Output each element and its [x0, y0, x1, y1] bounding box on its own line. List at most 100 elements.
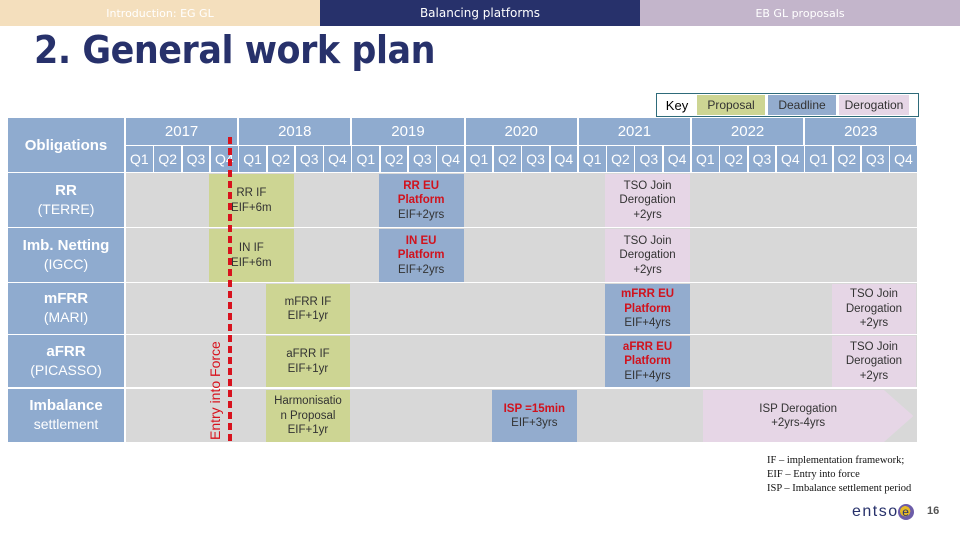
deadline-box: ISP =15min EIF+3yrs [491, 390, 577, 442]
milestone-title: ISP =15min [503, 402, 566, 415]
milestone-text: EIF+2yrs [397, 263, 445, 276]
quarter-header: Q2 [493, 146, 521, 172]
row-label-main: Imb. Netting [22, 236, 110, 254]
footnote-line: IF – implementation framework; [767, 455, 905, 466]
milestone-text: EIF+3yrs [511, 417, 558, 429]
quarter-header: Q2 [720, 146, 748, 172]
milestone-text: TSO Join [623, 234, 672, 247]
quarter-header: Q1 [126, 146, 153, 172]
quarter-header: Q3 [522, 146, 549, 172]
quarter-header: Q2 [833, 146, 861, 172]
deadline-box: RR EU Platform EIF+2yrs [378, 174, 464, 227]
milestone-text: RR IF [236, 187, 267, 200]
quarter-header: Q4 [210, 146, 238, 172]
deadline-box: aFRR EU Platform EIF+4yrs [605, 336, 690, 387]
quarter-header: Q1 [578, 146, 606, 172]
obligations-header: Obligations [8, 118, 124, 172]
quarter-header: Q3 [635, 146, 663, 172]
milestone-text: Derogation [845, 355, 903, 368]
row-label-main: Imbalance [29, 397, 103, 415]
page-number: 16 [927, 505, 940, 517]
year-header: 2020 [465, 118, 577, 145]
milestone-text: TSO Join [623, 179, 672, 192]
derogation-box: TSO Join Derogation +2yrs [605, 174, 690, 227]
quarter-header: Q2 [267, 146, 295, 172]
row-timeline [126, 335, 918, 387]
footnote: IF – implementation framework; EIF – Ent… [767, 454, 911, 496]
milestone-text: Harmonisatio [274, 395, 342, 408]
year-header: 2019 [352, 118, 464, 145]
entry-into-force-marker [228, 137, 232, 442]
quarter-header: Q3 [295, 146, 323, 172]
year-header: 2022 [692, 118, 804, 145]
derogation-box: TSO Join Derogation +2yrs [605, 229, 690, 282]
milestone-text: +2yrs [633, 263, 662, 276]
year-header: 2017 [126, 118, 238, 145]
row-label-imb-netting: Imb. Netting (IGCC) [8, 228, 124, 282]
milestone-title: aFRR EU Platform [622, 340, 673, 368]
legend-deadline: Deadline [768, 95, 836, 115]
milestone-text: ISP Derogation [759, 402, 838, 415]
milestone-text: EIF+2yrs [397, 208, 445, 221]
row-label-sub: settlement [33, 416, 99, 433]
logo-e-icon: e [897, 504, 914, 520]
quarter-header: Q1 [352, 146, 380, 172]
milestone-text: TSO Join [849, 288, 898, 301]
top-nav: Introduction: EG GL Balancing platforms … [0, 0, 960, 26]
milestone-text: +2yrs [633, 208, 662, 221]
year-header: 2021 [578, 118, 690, 145]
proposal-box: mFRR IF EIF+1yr [265, 284, 351, 334]
entsoe-logo: entso e [852, 503, 914, 521]
row-label-main: mFRR [43, 290, 89, 308]
quarter-header: Q1 [805, 146, 832, 172]
legend-key: Key Proposal Deadline Derogation [656, 93, 919, 117]
proposal-box: aFRR IF EIF+1yr [265, 336, 351, 387]
milestone-text: IN IF [238, 242, 264, 255]
quarter-header: Q3 [748, 146, 776, 172]
legend-proposal: Proposal [697, 95, 765, 115]
nav-tab-introduction[interactable]: Introduction: EG GL [0, 0, 320, 26]
row-label-afrr: aFRR (PICASSO) [8, 335, 124, 387]
milestone-text: EIF+1yr [287, 424, 329, 437]
milestone-text: Derogation [845, 302, 903, 315]
milestone-text: EIF+6m [231, 201, 272, 214]
row-label-sub: (IGCC) [43, 255, 89, 272]
quarter-header: Q4 [776, 146, 804, 172]
quarter-header: Q4 [663, 146, 691, 172]
quarter-header: Q2 [607, 146, 634, 172]
row-label-main: aFRR [46, 342, 86, 360]
logo-text: entso [852, 503, 899, 520]
milestone-text: +2yrs [859, 369, 889, 382]
nav-tab-eb-gl-proposals[interactable]: EB GL proposals [640, 0, 960, 26]
proposal-box: Harmonisatio n Proposal EIF+1yr [265, 390, 351, 442]
page-title: 2. General work plan [34, 28, 436, 72]
row-label-sub: (TERRE) [37, 200, 95, 217]
derogation-box: TSO Join Derogation +2yrs [831, 284, 917, 334]
year-header: 2018 [239, 118, 351, 145]
milestone-text: +2yrs-4yrs [771, 417, 826, 429]
footnote-line: EIF – Entry into force [767, 469, 860, 480]
milestone-text: EIF+1yr [287, 362, 329, 375]
quarter-header: Q2 [154, 146, 182, 172]
quarter-header: Q3 [182, 146, 210, 172]
milestone-text: EIF+6m [231, 256, 272, 269]
milestone-text: Derogation [619, 194, 676, 207]
row-label-mfrr: mFRR (MARI) [8, 283, 124, 334]
milestone-text: Derogation [619, 249, 676, 262]
row-label-sub: (PICASSO) [30, 361, 102, 378]
deadline-box: IN EU Platform EIF+2yrs [378, 229, 464, 282]
milestone-text: EIF+1yr [287, 310, 329, 322]
milestone-title: mFRR EU Platform [621, 288, 675, 315]
quarter-header: Q2 [380, 146, 408, 172]
derogation-box: ISP Derogation +2yrs-4yrs [703, 390, 914, 442]
entry-into-force-label: Entry into Force [207, 341, 223, 440]
nav-tab-balancing-platforms[interactable]: Balancing platforms [320, 0, 640, 26]
milestone-text: n Proposal [280, 409, 336, 422]
quarter-header: Q4 [324, 146, 351, 172]
row-timeline [126, 283, 918, 334]
milestone-text: aFRR IF [286, 348, 330, 361]
footnote-line: ISP – Imbalance settlement period [767, 483, 912, 494]
milestone-text: TSO Join [849, 340, 898, 353]
row-label-sub: (MARI) [43, 309, 89, 326]
quarter-header: Q1 [692, 146, 719, 172]
